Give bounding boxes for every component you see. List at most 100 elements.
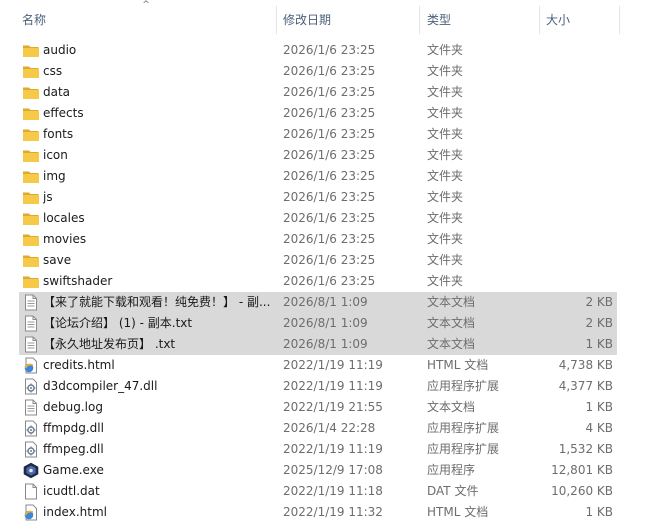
folder-icon [22, 210, 40, 227]
file-name: css [43, 64, 63, 78]
file-name: credits.html [43, 358, 115, 372]
file-row[interactable]: swiftshader 2026/1/6 23:25 文件夹 [19, 271, 617, 292]
file-size: 10,260 KB [551, 484, 613, 498]
file-size [539, 166, 613, 187]
file-type: 文本文档 [427, 400, 476, 414]
file-row[interactable]: effects 2026/1/6 23:25 文件夹 [19, 103, 617, 124]
file-size: 4,377 KB [558, 379, 613, 393]
file-size [539, 250, 613, 271]
file-row[interactable]: locales 2026/1/6 23:25 文件夹 [19, 208, 617, 229]
file-name: 【论坛介绍】 (1) - 副本.txt [43, 316, 193, 330]
file-row[interactable]: d3dcompiler_47.dll 2022/1/19 11:19 应用程序扩展 4… [19, 376, 617, 397]
file-name: data [43, 85, 71, 99]
column-header-date[interactable]: 修改日期 [283, 0, 418, 40]
folder-icon [22, 63, 40, 80]
file-row[interactable]: ffmpdg.dll 2026/1/4 22:28 应用程序扩展 4 KB [19, 418, 617, 439]
file-date-modified: 2026/1/6 23:25 [283, 253, 376, 267]
text-file-icon [22, 399, 40, 416]
file-size [539, 103, 613, 124]
file-type: HTML 文档 [427, 358, 489, 372]
file-size: 2 KB [585, 316, 613, 330]
file-row[interactable]: icudtl.dat 2022/1/19 11:18 DAT 文件 10,260 KB [19, 481, 617, 502]
folder-icon [22, 84, 40, 101]
column-header-type[interactable]: 类型 [427, 0, 537, 40]
file-row[interactable]: Game.exe 2025/12/9 17:08 应用程序 12,801 KB [19, 460, 617, 481]
file-type: 文本文档 [427, 316, 476, 330]
file-type: 应用程序扩展 [427, 379, 500, 393]
file-type: 文件夹 [427, 127, 464, 141]
file-name: fonts [43, 127, 74, 141]
file-name: debug.log [43, 400, 103, 414]
column-divider[interactable] [419, 6, 420, 34]
text-file-icon [22, 294, 40, 311]
file-row[interactable]: ffmpeg.dll 2022/1/19 11:19 应用程序扩展 1,532 KB [19, 439, 617, 460]
file-name: js [43, 190, 53, 204]
file-row[interactable]: data 2026/1/6 23:25 文件夹 [19, 82, 617, 103]
folder-icon [22, 273, 40, 290]
file-size [539, 208, 613, 229]
file-row[interactable]: save 2026/1/6 23:25 文件夹 [19, 250, 617, 271]
file-size [539, 271, 613, 292]
file-type: 文件夹 [427, 85, 464, 99]
file-size [539, 82, 613, 103]
file-date-modified: 2026/8/1 1:09 [283, 316, 368, 330]
file-row[interactable]: audio 2026/1/6 23:25 文件夹 [19, 40, 617, 61]
folder-icon [22, 147, 40, 164]
file-date-modified: 2022/1/19 11:19 [283, 379, 383, 393]
file-type: 文本文档 [427, 337, 476, 351]
file-size [539, 187, 613, 208]
file-name: swiftshader [43, 274, 113, 288]
folder-icon [22, 231, 40, 248]
file-type: 文件夹 [427, 211, 464, 225]
file-name: save [43, 253, 72, 267]
file-row[interactable]: css 2026/1/6 23:25 文件夹 [19, 61, 617, 82]
text-file-icon [22, 315, 40, 332]
file-row[interactable]: 【来了就能下载和观看！纯免费！】 - 副... 2026/8/1 1:09 文本文档… [19, 292, 617, 314]
file-row[interactable]: js 2026/1/6 23:25 文件夹 [19, 187, 617, 208]
file-size: 1 KB [585, 337, 613, 351]
column-divider[interactable] [539, 6, 540, 34]
game-exe-icon [22, 462, 40, 479]
file-type: 文件夹 [427, 106, 464, 120]
column-header-size[interactable]: 大小 [546, 0, 616, 40]
dll-file-icon [22, 441, 40, 458]
file-type: 文件夹 [427, 232, 464, 246]
file-size: 12,801 KB [551, 463, 613, 477]
file-date-modified: 2022/1/19 11:19 [283, 442, 383, 456]
dll-file-icon [22, 420, 40, 437]
column-divider[interactable] [276, 6, 277, 34]
file-row[interactable]: icon 2026/1/6 23:25 文件夹 [19, 145, 617, 166]
file-date-modified: 2026/1/6 23:25 [283, 190, 376, 204]
sort-ascending-icon: ^ [142, 0, 150, 10]
file-type: 文件夹 [427, 43, 464, 57]
file-type: 文件夹 [427, 190, 464, 204]
file-date-modified: 2026/1/6 23:25 [283, 274, 376, 288]
column-divider[interactable] [619, 6, 620, 34]
file-date-modified: 2022/1/19 11:19 [283, 358, 383, 372]
file-row[interactable]: fonts 2026/1/6 23:25 文件夹 [19, 124, 617, 145]
file-type: 文件夹 [427, 274, 464, 288]
file-row[interactable]: 【永久地址发布页】 .txt 2026/8/1 1:09 文本文档 1 KB [19, 334, 617, 356]
file-row[interactable]: 【论坛介绍】 (1) - 副本.txt 2026/8/1 1:09 文本文档 2 KB [19, 313, 617, 335]
file-type: DAT 文件 [427, 484, 479, 498]
folder-icon [22, 168, 40, 185]
file-row[interactable]: movies 2026/1/6 23:25 文件夹 [19, 229, 617, 250]
file-size [539, 61, 613, 82]
file-size: 1 KB [585, 400, 613, 414]
file-date-modified: 2026/1/6 23:25 [283, 169, 376, 183]
file-date-modified: 2026/1/4 22:28 [283, 421, 376, 435]
file-name: 【来了就能下载和观看！纯免费！】 - 副... [43, 295, 271, 309]
file-date-modified: 2026/8/1 1:09 [283, 337, 368, 351]
file-name: movies [43, 232, 87, 246]
column-header: 名称 ^ 修改日期 类型 大小 [0, 0, 620, 40]
dll-file-icon [22, 378, 40, 395]
file-type: 文本文档 [427, 295, 476, 309]
file-name: img [43, 169, 66, 183]
file-size [539, 229, 613, 250]
file-row[interactable]: img 2026/1/6 23:25 文件夹 [19, 166, 617, 187]
file-row[interactable]: credits.html 2022/1/19 11:19 HTML 文档 4,738 … [19, 355, 617, 376]
file-row[interactable]: debug.log 2022/1/19 21:55 文本文档 1 KB [19, 397, 617, 418]
file-size [539, 145, 613, 166]
file-date-modified: 2026/1/6 23:25 [283, 127, 376, 141]
file-size: 2 KB [585, 295, 613, 309]
